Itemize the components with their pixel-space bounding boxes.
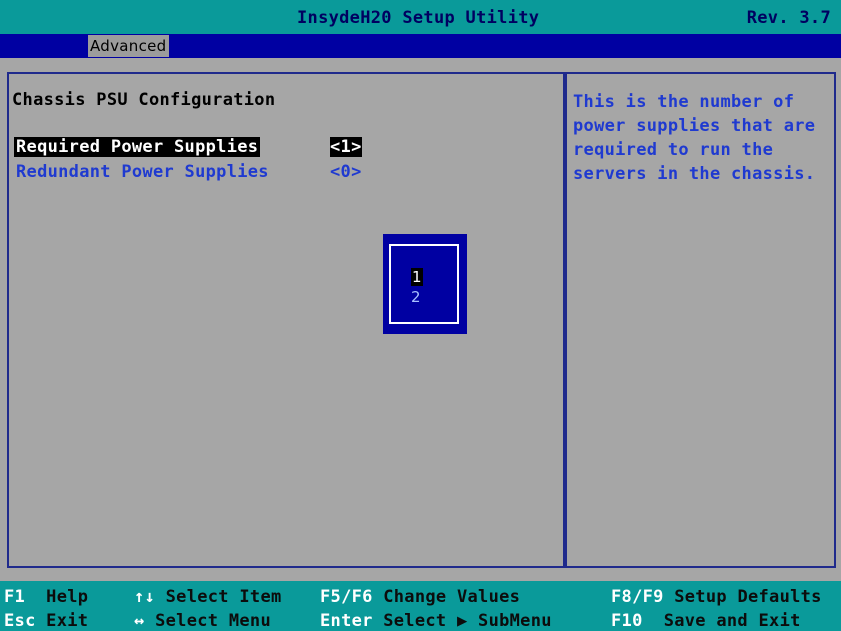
footer-key-enter: Enter Select ▶ SubMenu [320,611,552,631]
setting-redundant-power-supplies[interactable]: Redundant Power Supplies <0> [14,162,361,182]
help-text: This is the number of power supplies tha… [573,90,831,186]
key-label: F1 [4,587,26,607]
option-item-2[interactable]: 2 [411,288,421,306]
option-popup: 1 2 [383,234,467,334]
help-line: servers in the chassis. [573,164,816,184]
setting-value[interactable]: <0> [330,162,362,182]
title-bar: InsydeH20 Setup Utility Rev. 3.7 [0,0,841,34]
tab-advanced[interactable]: Advanced [88,35,169,57]
revision-label: Rev. 3.7 [746,8,831,28]
option-item-1[interactable]: 1 [411,268,423,286]
key-desc: Change Values [383,587,521,607]
setting-required-power-supplies[interactable]: Required Power Supplies <1> [14,137,362,157]
help-line: required to run the [573,140,774,160]
footer-key-updown: ↑↓ Select Item [134,587,282,607]
key-desc: Select ▶ SubMenu [383,611,552,631]
menu-bar: Advanced [0,34,841,58]
footer-key-f5f6: F5/F6 Change Values [320,587,520,607]
section-title: Chassis PSU Configuration [12,90,276,110]
key-label: Esc [4,611,36,631]
setting-label: Required Power Supplies [14,137,261,157]
frame-divider [565,74,567,566]
footer-key-esc: Esc Exit [4,611,88,631]
setting-value[interactable]: <1> [330,137,362,157]
footer-key-leftright: ↔ Select Menu [134,611,271,631]
key-label: F10 [611,611,643,631]
footer-key-f1: F1 Help [4,587,88,607]
footer-key-f8f9: F8/F9 Setup Defaults [611,587,822,607]
footer-key-f10: F10 Save and Exit [611,611,801,631]
key-desc: Select Menu [155,611,271,631]
help-line: power supplies that are [573,116,816,136]
leftright-arrows-icon: ↔ [134,611,145,631]
key-label: F8/F9 [611,587,664,607]
key-desc: Help [46,587,89,607]
help-line: This is the number of [573,92,795,112]
setting-label: Redundant Power Supplies [16,162,269,182]
updown-arrows-icon: ↑↓ [134,587,156,607]
option-popup-frame: 1 2 [389,244,459,324]
key-help-footer: F1 Help ↑↓ Select Item F5/F6 Change Valu… [0,581,841,631]
app-title: InsydeH20 Setup Utility [297,8,540,28]
key-desc: Select Item [165,587,282,607]
key-desc: Setup Defaults [674,587,822,607]
key-desc: Exit [46,611,89,631]
key-label: F5/F6 [320,587,373,607]
key-desc: Save and Exit [663,611,801,631]
key-label: Enter [320,611,373,631]
